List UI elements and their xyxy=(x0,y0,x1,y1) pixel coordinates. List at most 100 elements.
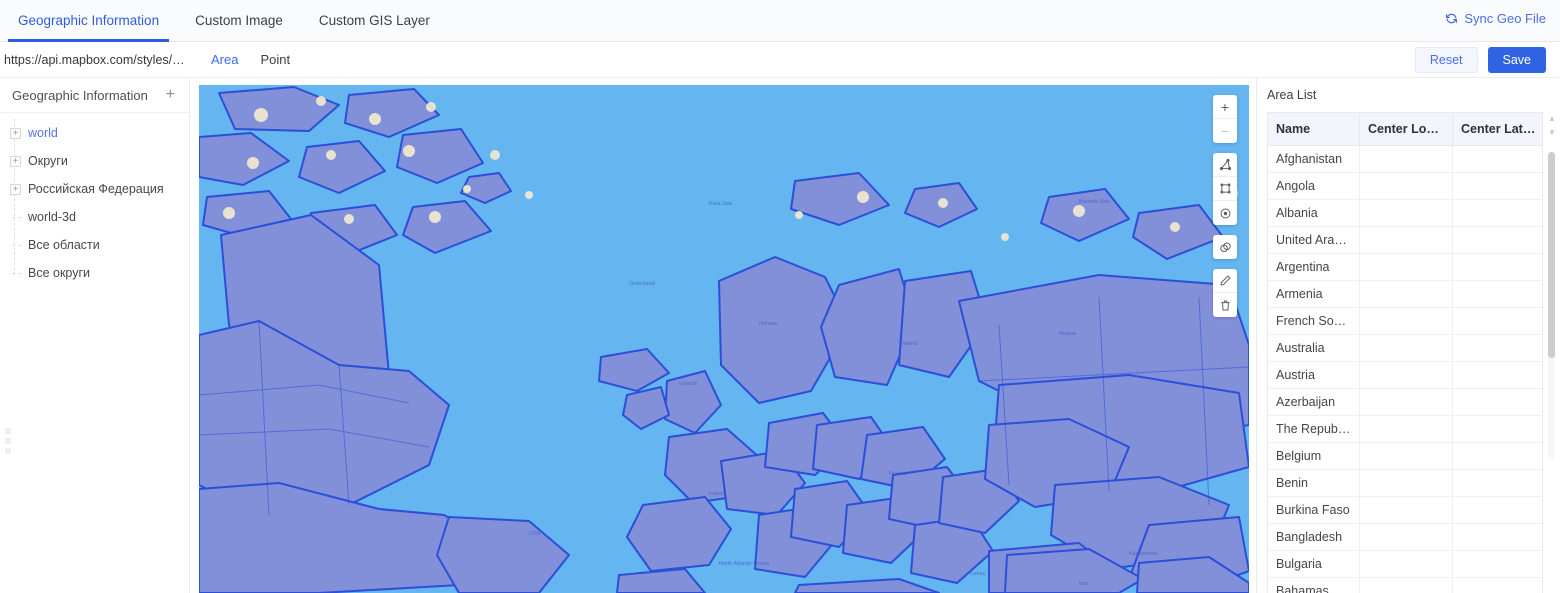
draw-polygon-icon[interactable] xyxy=(1213,153,1237,177)
sidebar-title: Geographic Information xyxy=(12,87,148,103)
delete-shape-icon[interactable] xyxy=(1213,293,1237,317)
cell-lng xyxy=(1360,173,1453,199)
map-viewport[interactable]: Kara Sea Barents Sea Greenland Norway Finl… xyxy=(199,85,1249,593)
svg-text:Kazakhstan: Kazakhstan xyxy=(1129,551,1158,557)
expand-plus-icon[interactable]: + xyxy=(10,183,21,195)
scroll-up-icon[interactable]: ▲ xyxy=(1546,112,1558,126)
cell-lng xyxy=(1360,470,1453,496)
handle-dot xyxy=(5,428,11,434)
scroll-thumb[interactable] xyxy=(1548,152,1555,358)
svg-text:Turkey: Turkey xyxy=(969,571,986,577)
cell-lng xyxy=(1360,308,1453,334)
table-row[interactable]: Australia xyxy=(1268,335,1542,362)
cell-lat xyxy=(1453,497,1542,523)
cell-lng xyxy=(1360,254,1453,280)
table-body[interactable]: AfghanistanAngolaAlbaniaUnited Arab Em..… xyxy=(1267,145,1543,593)
draw-circle-icon[interactable] xyxy=(1213,201,1237,225)
tree-item-label: Российская Федерация xyxy=(28,182,164,196)
table-row[interactable]: The Republic of... xyxy=(1268,416,1542,443)
cell-lng xyxy=(1360,335,1453,361)
cell-name: Australia xyxy=(1268,335,1360,361)
svg-text:Barents Sea: Barents Sea xyxy=(1079,199,1110,205)
svg-text:Greenland: Greenland xyxy=(629,281,655,287)
table-row[interactable]: Argentina xyxy=(1268,254,1542,281)
sync-geo-file-button[interactable]: Sync Geo File xyxy=(1445,11,1546,26)
tree-leaf-connector-icon xyxy=(10,240,21,251)
cell-name: Armenia xyxy=(1268,281,1360,307)
table-row[interactable]: Bahamas xyxy=(1268,578,1542,593)
scroll-track[interactable] xyxy=(1548,152,1555,459)
table-row[interactable]: Angola xyxy=(1268,173,1542,200)
cell-lng xyxy=(1360,200,1453,226)
cell-name: Benin xyxy=(1268,470,1360,496)
add-geo-item-icon[interactable]: + xyxy=(166,87,175,103)
map-canvas[interactable]: Kara Sea Barents Sea Greenland Norway Finl… xyxy=(199,85,1249,593)
app-root: Geographic Information Custom Image Cust… xyxy=(0,0,1560,593)
cell-name: Belgium xyxy=(1268,443,1360,469)
map-style-url-input[interactable]: https://api.mapbox.com/styles/v1/frglob.… xyxy=(0,53,190,67)
scroll-down-icon[interactable]: ▼ xyxy=(1546,126,1558,140)
svg-text:Russia: Russia xyxy=(1059,331,1077,337)
cell-lng xyxy=(1360,524,1453,550)
edit-tools-group xyxy=(1213,269,1237,317)
draw-tools-group xyxy=(1213,153,1237,225)
tree-item-label: world xyxy=(28,126,58,140)
zoom-out-icon[interactable]: − xyxy=(1213,119,1237,143)
subtab-area[interactable]: Area xyxy=(211,52,238,67)
zoom-in-icon[interactable]: + xyxy=(1213,95,1237,119)
cell-name: Bahamas xyxy=(1268,578,1360,593)
column-header-center-latitude[interactable]: Center Latitude xyxy=(1453,113,1545,145)
cell-name: The Republic of... xyxy=(1268,416,1360,442)
tree-item-world-3d[interactable]: world-3d xyxy=(10,207,189,227)
save-button[interactable]: Save xyxy=(1487,47,1546,73)
subtab-point[interactable]: Point xyxy=(260,52,290,67)
tree-item-label: Все округи xyxy=(28,266,91,280)
svg-text:Kara Sea: Kara Sea xyxy=(709,201,733,207)
svg-text:USA: USA xyxy=(529,531,541,537)
tree-item-okrugi[interactable]: + Округи xyxy=(10,151,189,171)
table-row[interactable]: Belgium xyxy=(1268,443,1542,470)
cell-name: Bangladesh xyxy=(1268,524,1360,550)
sidebar-resize-handle[interactable] xyxy=(5,428,12,454)
tree-item-russian-federation[interactable]: + Российская Федерация xyxy=(10,179,189,199)
tree-item-world[interactable]: + world xyxy=(10,123,189,143)
tree-item-label: Округи xyxy=(28,154,68,168)
table-row[interactable]: Austria xyxy=(1268,362,1542,389)
tree-item-label: world-3d xyxy=(28,210,76,224)
top-tab-bar: Geographic Information Custom Image Cust… xyxy=(0,0,1560,42)
table-header-row: Name Center Longit... Center Latitude xyxy=(1267,112,1545,145)
table-row[interactable]: Afghanistan xyxy=(1268,146,1542,173)
table-row[interactable]: United Arab Em... xyxy=(1268,227,1542,254)
column-header-name[interactable]: Name xyxy=(1268,113,1360,145)
table-row[interactable]: Azerbaijan xyxy=(1268,389,1542,416)
cell-lat xyxy=(1453,308,1542,334)
tree-item-all-regions[interactable]: Все области xyxy=(10,235,189,255)
edit-shape-icon[interactable] xyxy=(1213,269,1237,293)
table-scrollbar[interactable]: ▲ ▼ xyxy=(1546,112,1558,593)
cell-name: Bulgaria xyxy=(1268,551,1360,577)
table-row[interactable]: Bangladesh xyxy=(1268,524,1542,551)
cell-name: Afghanistan xyxy=(1268,146,1360,172)
tab-custom-gis-layer[interactable]: Custom GIS Layer xyxy=(301,0,448,42)
table-row[interactable]: French Souther... xyxy=(1268,308,1542,335)
tree-item-label: Все области xyxy=(28,238,100,252)
sidebar-header: Geographic Information + xyxy=(0,78,189,113)
cell-lng xyxy=(1360,362,1453,388)
tree-leaf-connector-icon xyxy=(10,268,21,279)
cell-lat xyxy=(1453,443,1542,469)
expand-plus-icon[interactable]: + xyxy=(10,127,21,139)
merge-shapes-icon[interactable] xyxy=(1213,235,1237,259)
table-row[interactable]: Benin xyxy=(1268,470,1542,497)
tree-item-all-districts[interactable]: Все округи xyxy=(10,263,189,283)
draw-rectangle-icon[interactable] xyxy=(1213,177,1237,201)
reset-button[interactable]: Reset xyxy=(1414,47,1478,73)
table-row[interactable]: Armenia xyxy=(1268,281,1542,308)
table-row[interactable]: Burkina Faso xyxy=(1268,497,1542,524)
table-row[interactable]: Albania xyxy=(1268,200,1542,227)
cell-name: Argentina xyxy=(1268,254,1360,280)
expand-plus-icon[interactable]: + xyxy=(10,155,21,167)
column-header-center-longitude[interactable]: Center Longit... xyxy=(1360,113,1453,145)
tab-geographic-information[interactable]: Geographic Information xyxy=(0,0,177,42)
tab-custom-image[interactable]: Custom Image xyxy=(177,0,301,42)
table-row[interactable]: Bulgaria xyxy=(1268,551,1542,578)
